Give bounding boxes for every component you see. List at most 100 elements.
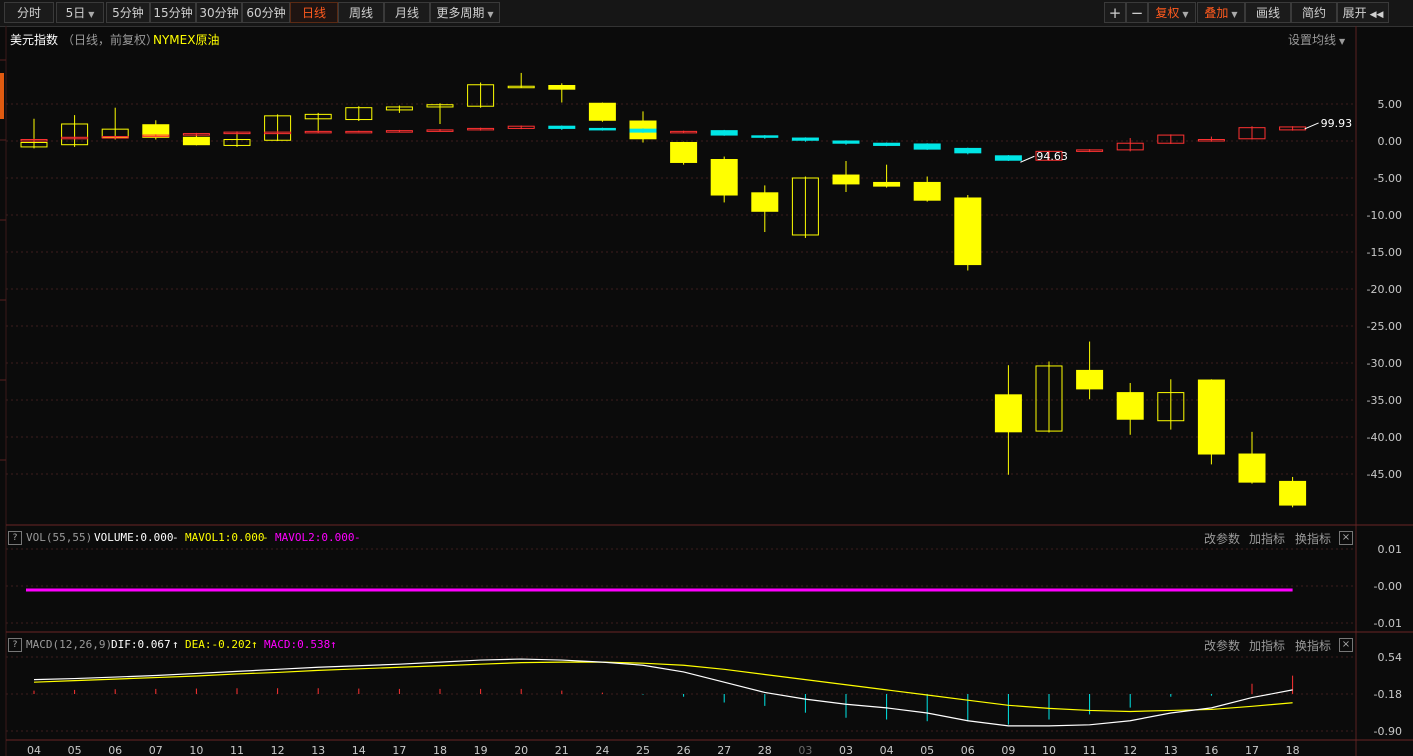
x-tick-label: 03 [839, 744, 853, 756]
x-tick-label: 20 [514, 744, 528, 756]
double-left-arrow-icon: ◀◀ [1369, 10, 1384, 20]
y-tick-label: -10.00 [1367, 209, 1402, 222]
x-tick-label: 12 [271, 744, 285, 756]
x-tick-label: 27 [717, 744, 731, 756]
y-tick-label: -5.00 [1374, 172, 1402, 185]
tab-zhouxian[interactable]: 周线 [338, 2, 384, 23]
candle-body [994, 394, 1022, 433]
y-tick-label: 5.00 [1378, 98, 1403, 111]
simple-mode-button[interactable]: 简约 [1291, 2, 1337, 23]
x-tick-label: 26 [677, 744, 691, 756]
candle-body [832, 140, 860, 144]
candle-body [913, 143, 941, 150]
candle-body [913, 181, 941, 201]
zoom-in-button[interactable]: + [1104, 2, 1126, 23]
x-tick-label: 04 [880, 744, 894, 756]
caret-down-icon: ▼ [88, 10, 95, 19]
candle-body [791, 137, 819, 141]
fuquan-label: 复权 [1155, 6, 1180, 20]
candle-body [751, 135, 779, 138]
tab-60min[interactable]: 60分钟 [242, 2, 290, 23]
candle-body [345, 130, 373, 134]
x-tick-label: 11 [1083, 744, 1097, 756]
caret-down-icon: ▼ [1182, 10, 1189, 19]
x-tick-label: 18 [1286, 744, 1300, 756]
fuquan-button[interactable]: 复权 ▼ [1148, 2, 1196, 23]
x-tick-label: 14 [352, 744, 366, 756]
annotation-arrow [1304, 122, 1319, 130]
draw-line-button[interactable]: 画线 [1245, 2, 1291, 23]
dea-line [33, 661, 1293, 713]
candle-body [1116, 392, 1144, 420]
candle-body [954, 197, 982, 266]
x-tick-label: 25 [636, 744, 650, 756]
y-tick-label: -30.00 [1367, 357, 1402, 370]
x-tick-label: 04 [27, 744, 41, 756]
tab-5min[interactable]: 5分钟 [106, 2, 150, 23]
x-tick-label: 21 [555, 744, 569, 756]
candle-body [182, 136, 210, 146]
x-tick-label: 16 [1204, 744, 1218, 756]
x-tick-label: 19 [474, 744, 488, 756]
caret-down-icon: ▼ [1231, 10, 1238, 19]
macd-y-tick-label: -0.18 [1374, 688, 1402, 701]
annotation-arrow [1020, 155, 1035, 163]
y-tick-label: -15.00 [1367, 246, 1402, 259]
expand-button[interactable]: 展开 ◀◀ [1337, 2, 1389, 23]
candle-body [1076, 369, 1104, 390]
x-tick-label: 03 [798, 744, 812, 756]
caret-down-icon: ▼ [487, 10, 494, 19]
x-tick-label: 12 [1123, 744, 1137, 756]
y-tick-label: -35.00 [1367, 394, 1402, 407]
candle-body [994, 155, 1022, 161]
x-tick-label: 17 [1245, 744, 1259, 756]
tab-more-label: 更多周期 [436, 6, 485, 20]
candle-body [1197, 379, 1225, 455]
y-tick-label: 0.00 [1378, 135, 1403, 148]
dif-line [33, 658, 1293, 727]
x-tick-label: 18 [433, 744, 447, 756]
tab-5ri-label: 5日 [65, 6, 86, 20]
y-tick-label: -40.00 [1367, 431, 1402, 444]
tab-more-periods[interactable]: 更多周期 ▼ [430, 2, 500, 23]
candle-body [548, 85, 576, 90]
candle-body [1238, 453, 1266, 483]
macd-y-tick-label: -0.90 [1374, 725, 1402, 738]
candle-body [873, 181, 901, 187]
diejia-label: 叠加 [1204, 6, 1229, 20]
x-tick-label: 13 [1164, 744, 1178, 756]
tab-fenshi[interactable]: 分时 [4, 2, 54, 23]
annotation-label: 99.93 [1321, 117, 1353, 130]
y-tick-label: -45.00 [1367, 468, 1402, 481]
period-toolbar: 分时 5日 ▼ 5分钟 15分钟 30分钟 60分钟 日线 周线 月线 更多周期 ▼… [0, 0, 1413, 27]
x-tick-label: 10 [1042, 744, 1056, 756]
macd-y-tick-label: 0.54 [1378, 651, 1403, 664]
x-tick-label: 17 [392, 744, 406, 756]
x-tick-label: 07 [149, 744, 163, 756]
y-tick-label: -20.00 [1367, 283, 1402, 296]
candle-body [588, 127, 616, 131]
zoom-out-button[interactable]: − [1126, 2, 1148, 23]
chart-canvas[interactable]: 5.00 0.00 -5.00 -10.00 -15.00 -20.00 -25.00 -30… [0, 26, 1413, 756]
tab-yuexian[interactable]: 月线 [384, 2, 430, 23]
tab-30min[interactable]: 30分钟 [196, 2, 242, 23]
candle-body [629, 128, 657, 133]
vol-y-tick-label: 0.01 [1378, 543, 1403, 556]
x-tick-label: 28 [758, 744, 772, 756]
tab-5ri[interactable]: 5日 ▼ [56, 2, 104, 23]
expand-label: 展开 [1342, 6, 1367, 20]
vol-y-tick-label: -0.01 [1374, 617, 1402, 630]
x-tick-label: 10 [189, 744, 203, 756]
candle-body [873, 142, 901, 146]
y-tick-label: -25.00 [1367, 320, 1402, 333]
candle-body [588, 102, 616, 121]
candle-body [751, 192, 779, 212]
tab-rixian[interactable]: 日线 [290, 2, 338, 23]
diejia-button[interactable]: 叠加 ▼ [1197, 2, 1245, 23]
candle-body [832, 174, 860, 185]
x-tick-label: 09 [1001, 744, 1015, 756]
tab-15min[interactable]: 15分钟 [150, 2, 196, 23]
vol-y-tick-label: -0.00 [1374, 580, 1402, 593]
candle-body [954, 147, 982, 154]
candle-body [710, 159, 738, 196]
